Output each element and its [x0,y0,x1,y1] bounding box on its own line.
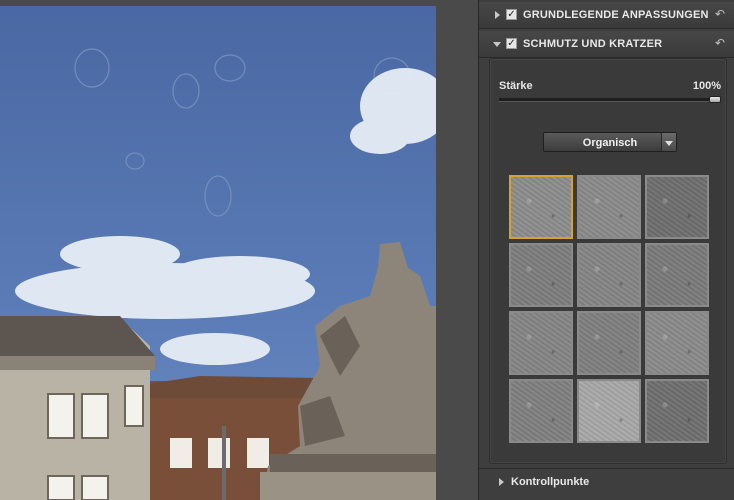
texture-thumbnail[interactable] [645,175,709,239]
strength-value: 100% [692,80,721,92]
canvas-area [0,0,478,500]
texture-thumbnail[interactable] [645,243,709,307]
section-title: Kontrollpunkte [511,476,590,488]
section-title: SCHMUTZ UND KRATZER [523,38,663,50]
section-header-dirt-scratches[interactable]: ✓ SCHMUTZ UND KRATZER ↶ [479,31,734,58]
enable-checkbox[interactable]: ✓ [506,9,517,20]
texture-thumbnail[interactable] [509,379,573,443]
texture-thumbnail[interactable] [645,311,709,375]
strength-slider-thumb[interactable] [709,96,721,103]
expand-arrow-icon[interactable] [499,478,504,486]
section-header-control-points[interactable]: Kontrollpunkte [479,468,734,495]
texture-thumbnail[interactable] [577,311,641,375]
collapse-arrow-icon[interactable] [493,42,501,47]
texture-thumbnail[interactable] [509,175,573,239]
preset-dropdown[interactable]: Organisch [543,132,677,152]
texture-thumbnail[interactable] [509,243,573,307]
preview-photo[interactable] [0,6,436,500]
enable-checkbox[interactable]: ✓ [506,38,517,49]
texture-thumbnail[interactable] [577,243,641,307]
section-header-basic-adjustments[interactable]: ✓ GRUNDLEGENDE ANPASSUNGEN ↶ [479,2,734,29]
reset-arrow-icon[interactable]: ↶ [715,7,725,21]
texture-thumbnail[interactable] [645,379,709,443]
strength-label: Stärke [499,80,533,92]
strength-slider-track[interactable] [499,98,721,102]
dropdown-arrow[interactable] [661,133,676,151]
reset-arrow-icon[interactable]: ↶ [715,36,725,50]
texture-thumbnail[interactable] [509,311,573,375]
section-title: GRUNDLEGENDE ANPASSUNGEN [523,9,709,21]
chevron-down-icon [665,141,673,146]
texture-grid [509,175,713,445]
expand-arrow-icon[interactable] [495,11,500,19]
texture-thumbnail[interactable] [577,175,641,239]
adjustments-panel: ✓ GRUNDLEGENDE ANPASSUNGEN ↶ ✓ SCHMUTZ U… [478,0,734,500]
texture-thumbnail[interactable] [577,379,641,443]
preset-dropdown-value: Organisch [582,137,638,149]
